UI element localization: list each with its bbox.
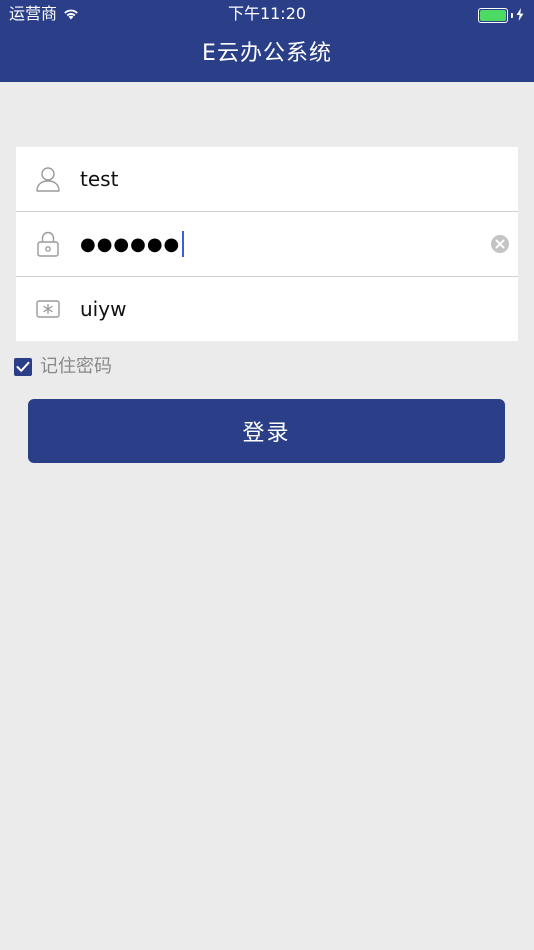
battery-indicator [478,6,524,25]
battery-fill [480,10,506,21]
battery-tip [511,13,513,18]
login-form: ●●●●●● [16,147,518,341]
asterisk-box-icon [35,295,61,323]
password-input[interactable]: ●●●●●● [80,228,185,260]
clear-icon[interactable] [491,235,509,253]
remember-checkbox[interactable] [14,358,32,376]
text-caret [182,231,185,257]
username-input[interactable] [80,164,480,194]
page-title: E云办公系统 [202,41,332,66]
lock-icon [35,230,61,258]
remember-label: 记住密码 [40,356,112,377]
app-header: 运营商 下午11:20 E云办公系统 [0,0,534,82]
username-row [16,147,518,211]
password-row: ●●●●●● [16,212,518,276]
battery-icon [478,8,508,23]
user-icon [35,165,61,193]
remember-password[interactable]: 记住密码 [14,356,112,378]
status-time: 下午11:20 [227,4,307,23]
captcha-input[interactable] [80,294,480,324]
status-bar: 运营商 下午11:20 [0,0,534,28]
password-masked-value: ●●●●●● [80,233,181,255]
captcha-row [16,277,518,341]
charging-bolt-icon [516,6,524,25]
login-button[interactable]: 登录 [28,399,505,463]
